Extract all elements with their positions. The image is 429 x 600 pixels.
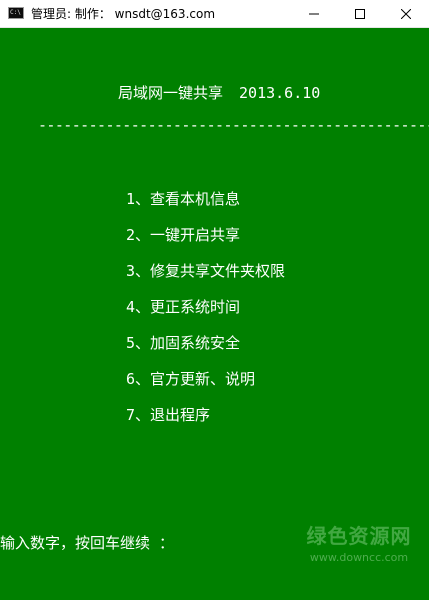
menu-item-enable-sharing: 2、一键开启共享: [126, 226, 241, 244]
console-area[interactable]: 局域网一键共享 2013.6.10 -----------------------…: [0, 28, 429, 600]
console-icon[interactable]: C:\: [8, 7, 24, 19]
close-button[interactable]: [383, 0, 429, 27]
watermark-url: www.downcc.com: [309, 551, 409, 564]
window-title: 管理员: 制作： wnsdt@163.com: [31, 7, 216, 21]
close-icon: [401, 8, 411, 19]
menu-item-harden-security: 5、加固系统安全: [126, 334, 241, 352]
divider-line: ----------------------------------------…: [38, 116, 429, 134]
app-name: 局域网一键共享: [118, 84, 224, 102]
menu-list: 1、查看本机信息 2、一键开启共享 3、修复共享文件夹权限 4、更正系统时间 5…: [126, 188, 285, 440]
minimize-button[interactable]: [291, 0, 337, 27]
menu-item-updates: 6、官方更新、说明: [126, 370, 256, 388]
input-prompt[interactable]: 输入数字，按回车继续 ：: [0, 532, 174, 553]
menu-item-fix-permissions: 3、修复共享文件夹权限: [126, 262, 286, 280]
menu-item-exit: 7、退出程序: [126, 406, 211, 424]
watermark: 绿色资源网 www.downcc.com: [294, 520, 424, 564]
menu-item-correct-time: 4、更正系统时间: [126, 298, 241, 316]
minimize-icon: [309, 13, 319, 14]
maximize-button[interactable]: [337, 0, 383, 27]
title-bar[interactable]: C:\ 管理员: 制作： wnsdt@163.com: [0, 0, 429, 28]
watermark-brand: 绿色资源网: [306, 524, 412, 548]
menu-item-view-info: 1、查看本机信息: [126, 190, 241, 208]
maximize-icon: [355, 8, 365, 19]
release-date: 2013.6.10: [239, 84, 321, 102]
console-header: 局域网一键共享 2013.6.10: [118, 82, 320, 103]
